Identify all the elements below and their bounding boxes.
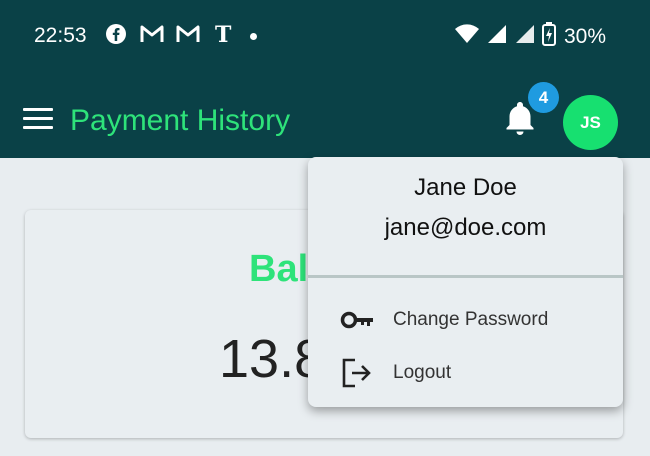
menu-icon[interactable] — [23, 108, 53, 134]
change-password-item[interactable]: Change Password — [308, 296, 623, 344]
signal-icon — [514, 23, 536, 50]
menu-divider — [308, 275, 623, 278]
change-password-label: Change Password — [393, 309, 549, 330]
app-bar: Payment History — [0, 70, 650, 158]
wifi-icon — [454, 23, 480, 50]
logout-icon — [340, 357, 374, 389]
key-icon — [340, 304, 374, 336]
gmail-icon — [176, 22, 200, 46]
logout-label: Logout — [393, 362, 452, 383]
notification-badge: 4 — [528, 82, 559, 113]
page-title: Payment History — [70, 104, 291, 137]
logout-item[interactable]: Logout — [308, 349, 623, 397]
signal-icon — [486, 23, 508, 50]
avatar[interactable]: JS — [563, 95, 618, 150]
nytimes-icon: T — [212, 22, 236, 46]
status-time: 22:53 — [34, 24, 87, 47]
notification-icons: T — [104, 22, 236, 46]
gmail-icon — [140, 22, 164, 46]
facebook-icon — [104, 22, 128, 46]
balance-title: Bal — [249, 248, 309, 290]
svg-text:T: T — [215, 22, 232, 46]
user-name: Jane Doe — [414, 174, 517, 201]
battery-charging-icon — [541, 22, 556, 51]
system-icons: 30% — [454, 22, 606, 51]
more-notifications-dot — [250, 33, 257, 40]
battery-percent: 30% — [563, 24, 606, 48]
user-email: jane@doe.com — [384, 214, 547, 241]
status-bar: 22:53 T 30% — [0, 0, 650, 70]
user-menu: Jane Doe jane@doe.com Change Password Lo… — [308, 157, 623, 407]
